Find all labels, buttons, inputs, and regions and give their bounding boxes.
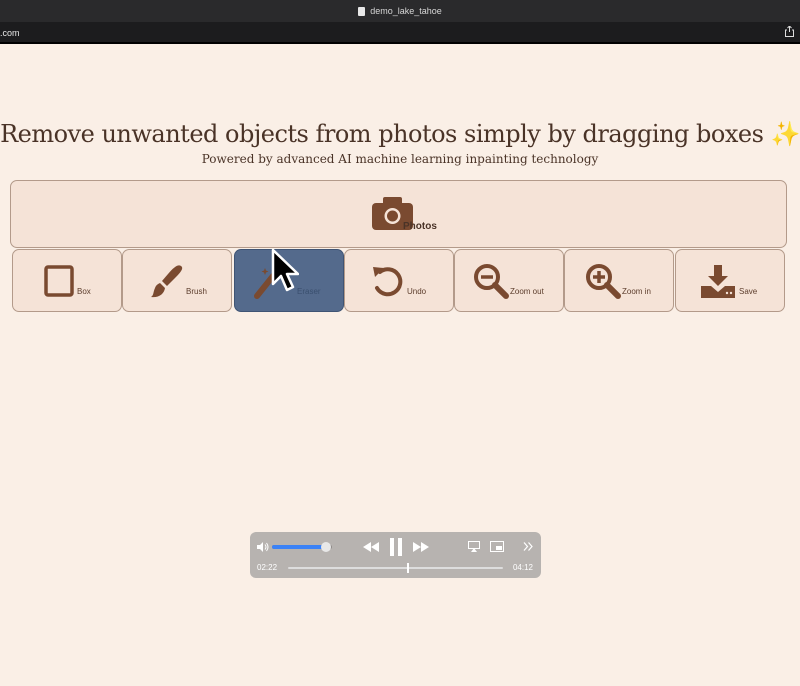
volume-fill [272, 545, 326, 549]
mouse-pointer-icon [271, 248, 299, 292]
address-bar[interactable]: .com [0, 22, 800, 44]
url-text[interactable]: .com [0, 28, 20, 38]
scrubber-handle[interactable] [407, 563, 410, 573]
eraser-tool-label: Eraser [297, 287, 321, 296]
save-tool-button[interactable]: Save [675, 249, 785, 312]
fast-forward-icon[interactable] [413, 542, 429, 552]
pause-icon[interactable] [389, 538, 403, 556]
window-titlebar: demo_lake_tahoe [0, 0, 800, 22]
brush-icon [151, 265, 183, 298]
save-tool-label: Save [739, 287, 758, 296]
more-options-icon[interactable] [523, 542, 533, 551]
current-time: 02:22 [257, 563, 278, 572]
zoom-in-icon [586, 264, 621, 299]
volume-icon[interactable] [257, 542, 269, 552]
volume-knob[interactable] [321, 542, 331, 552]
zoom-out-icon [474, 264, 509, 299]
volume-slider[interactable] [272, 542, 332, 552]
progress-scrubber[interactable] [288, 563, 503, 573]
picture-in-picture-icon[interactable] [490, 541, 504, 552]
video-controls: 02:22 04:12 [250, 532, 541, 578]
zoom-in-tool-label: Zoom in [622, 287, 651, 296]
download-icon [701, 265, 735, 298]
zoom-out-tool-button[interactable]: Zoom out [454, 249, 564, 312]
brush-tool-label: Brush [186, 287, 207, 296]
photos-button[interactable]: Photos [10, 180, 787, 248]
square-icon [44, 265, 74, 297]
undo-icon [373, 267, 403, 297]
document-icon [358, 6, 366, 16]
zoom-out-tool-label: Zoom out [510, 287, 544, 296]
box-tool-label: Box [77, 287, 91, 296]
page-title: Remove unwanted objects from photos simp… [0, 120, 800, 148]
photos-button-label: Photos [403, 221, 437, 232]
rewind-icon[interactable] [363, 542, 379, 552]
airplay-icon[interactable] [468, 541, 480, 552]
undo-tool-button[interactable]: Undo [344, 249, 454, 312]
undo-tool-label: Undo [407, 287, 427, 296]
tool-toolbar: Box Brush Eraser Undo Zoom out Zoom in S… [12, 249, 787, 313]
share-icon[interactable] [785, 26, 794, 37]
zoom-in-tool-button[interactable]: Zoom in [564, 249, 674, 312]
page-subtitle: Powered by advanced AI machine learning … [201, 152, 599, 166]
window-title: demo_lake_tahoe [370, 6, 442, 16]
brush-tool-button[interactable]: Brush [122, 249, 232, 312]
box-tool-button[interactable]: Box [12, 249, 122, 312]
duration-time: 04:12 [512, 563, 533, 572]
